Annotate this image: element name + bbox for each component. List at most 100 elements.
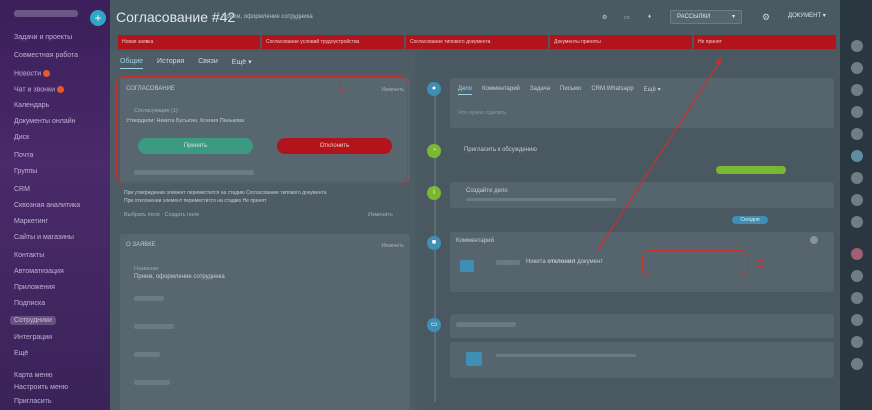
request-title: О ЗАЯВКЕ <box>126 242 156 248</box>
sidebar-item[interactable]: Настроить меню <box>14 384 68 391</box>
activity-input[interactable]: Что нужно сделать <box>458 110 506 116</box>
tab-more-label: Ещё <box>231 59 247 66</box>
sidebar-item[interactable]: Календарь <box>14 102 49 109</box>
tab-whatsapp[interactable]: CRM.Whatsapp <box>591 86 633 95</box>
sidebar-item-label: Задачи и проекты <box>14 34 73 41</box>
sidebar-item[interactable]: Диск <box>14 134 29 141</box>
right-rail <box>840 0 872 410</box>
placeholder-bar <box>496 260 520 265</box>
rail-avatar-icon[interactable] <box>851 216 863 228</box>
stage-new[interactable]: Новая заявка <box>118 35 260 49</box>
rail-avatar-icon[interactable] <box>851 84 863 96</box>
rail-avatar-icon[interactable] <box>851 314 863 326</box>
stage-conditions[interactable]: Согласование условий трудоустройства <box>262 35 404 49</box>
page-subtitle[interactable]: Прием, оформление сотрудника <box>222 14 313 20</box>
rail-avatar-icon[interactable] <box>851 172 863 184</box>
tab-general[interactable]: Общие <box>120 58 144 69</box>
mailings-button[interactable]: РАССЫЛКИ ▾ <box>670 10 742 24</box>
tab-more[interactable]: Ещё ▾ <box>232 58 252 69</box>
annotation-box-1 <box>116 76 408 184</box>
settings-icon[interactable]: ⚙ <box>762 12 770 23</box>
sidebar-item[interactable]: Совместная работа <box>14 52 78 59</box>
detail-tabs: Общие История Связи Ещё ▾ <box>120 58 252 69</box>
sidebar-item-label: Ещё <box>14 350 29 357</box>
sidebar-item-label: Настроить меню <box>14 384 68 391</box>
rail-avatar-icon[interactable] <box>851 248 863 260</box>
portal-logo <box>14 10 78 17</box>
sidebar-item[interactable]: Приложения <box>14 284 55 291</box>
sidebar-item[interactable]: Сотрудники <box>10 316 56 325</box>
sidebar-item[interactable]: Интеграции <box>14 334 52 341</box>
placeholder-bar <box>134 380 170 385</box>
tab-links[interactable]: Связи <box>198 58 218 69</box>
sidebar-item-label: Пригласить <box>14 398 52 405</box>
rail-avatar-icon[interactable] <box>851 270 863 282</box>
sidebar-item[interactable]: Задачи и проекты <box>14 34 72 41</box>
sidebar-item[interactable]: Автоматизация <box>14 268 64 275</box>
placeholder-bar <box>134 352 160 357</box>
sidebar-item[interactable]: Маркетинг <box>14 218 48 225</box>
activity-column: ● Дело Комментарий Задача Письмо CRM.Wha… <box>420 52 840 410</box>
chevron-down-icon: ▾ <box>731 14 735 20</box>
rail-avatar-icon[interactable] <box>851 194 863 206</box>
create-activity-label[interactable]: Создайте дело <box>466 188 508 194</box>
annotation-number-1: 1 <box>338 80 345 94</box>
status-pill <box>716 166 786 174</box>
document-button[interactable]: ДОКУМЕНТ ▾ <box>782 10 836 24</box>
rail-avatar-icon[interactable] <box>851 106 863 118</box>
info-icon: i <box>427 186 441 200</box>
placeholder-bar <box>456 322 516 327</box>
comment-icon: ■ <box>427 236 441 250</box>
sidebar-item-label: Новости <box>14 70 42 78</box>
document-icon[interactable]: ▭ <box>624 14 630 21</box>
gear-icon[interactable]: ⚙ <box>602 14 607 21</box>
sidebar-item[interactable]: Чат и звонки <box>14 86 64 93</box>
sidebar-item[interactable]: Пригласить <box>14 398 51 405</box>
request-field-value[interactable]: Прием, оформление сотрудника <box>134 274 225 280</box>
stage-rejected[interactable]: Не принят <box>694 35 836 49</box>
sidebar-item[interactable]: Сквозная аналитика <box>14 202 80 209</box>
tab-email[interactable]: Письмо <box>560 86 581 95</box>
comment-action: отклонил <box>547 259 576 265</box>
sidebar-item[interactable]: Карта меню <box>14 372 53 379</box>
request-edit-link[interactable]: Изменить <box>381 243 404 249</box>
add-icon[interactable]: + <box>90 10 106 26</box>
tab-history[interactable]: История <box>157 58 184 69</box>
rail-avatar-icon[interactable] <box>851 40 863 52</box>
sidebar-item-label: Документы онлайн <box>14 118 76 125</box>
rail-avatar-icon[interactable] <box>851 62 863 74</box>
tab-more[interactable]: Ещё ▾ <box>644 86 661 95</box>
rail-avatar-icon[interactable] <box>851 336 863 348</box>
bell-icon[interactable]: ♦ <box>648 14 651 20</box>
placeholder-bar <box>496 354 636 357</box>
sidebar-item[interactable]: Контакты <box>14 252 44 259</box>
sidebar-item-label: Совместная работа <box>14 52 79 59</box>
sidebar-item[interactable]: Документы онлайн <box>14 118 76 125</box>
rail-avatar-icon[interactable] <box>851 358 863 370</box>
main-area: Согласование #42 Прием, оформление сотру… <box>110 0 840 410</box>
sidebar-item[interactable]: Новости <box>14 70 51 78</box>
placeholder-bar <box>466 198 616 201</box>
author-avatar[interactable] <box>810 236 818 244</box>
stage-typical-doc[interactable]: Согласование типового документа <box>406 35 548 49</box>
sidebar-item[interactable]: Почта <box>14 152 33 159</box>
field-links-right[interactable]: Изменить <box>368 212 393 218</box>
tab-task[interactable]: Задача <box>530 86 550 95</box>
field-links[interactable]: Выбрать поля · Создать поле <box>124 212 199 218</box>
placeholder-bar <box>134 324 174 329</box>
sidebar-item[interactable]: Подписка <box>14 300 45 307</box>
rail-avatar-icon[interactable] <box>851 150 863 162</box>
invite-link[interactable]: Пригласить к обсуждению <box>464 147 537 153</box>
sidebar-item-label: Приложения <box>14 284 55 291</box>
sidebar-item[interactable]: Группы <box>14 168 37 175</box>
rail-avatar-icon[interactable] <box>851 128 863 140</box>
rail-avatar-icon[interactable] <box>851 292 863 304</box>
sidebar-item-label: Сотрудники <box>14 317 52 324</box>
tab-comment[interactable]: Комментарий <box>482 86 520 95</box>
tab-activity[interactable]: Дело <box>458 86 473 95</box>
today-badge: Сегодня <box>732 216 768 224</box>
stage-accepted[interactable]: Документы приняты <box>550 35 692 49</box>
sidebar-item[interactable]: Ещё <box>14 350 28 357</box>
sidebar-item[interactable]: CRM <box>14 186 30 193</box>
sidebar-item[interactable]: Сайты и магазины <box>14 234 74 241</box>
